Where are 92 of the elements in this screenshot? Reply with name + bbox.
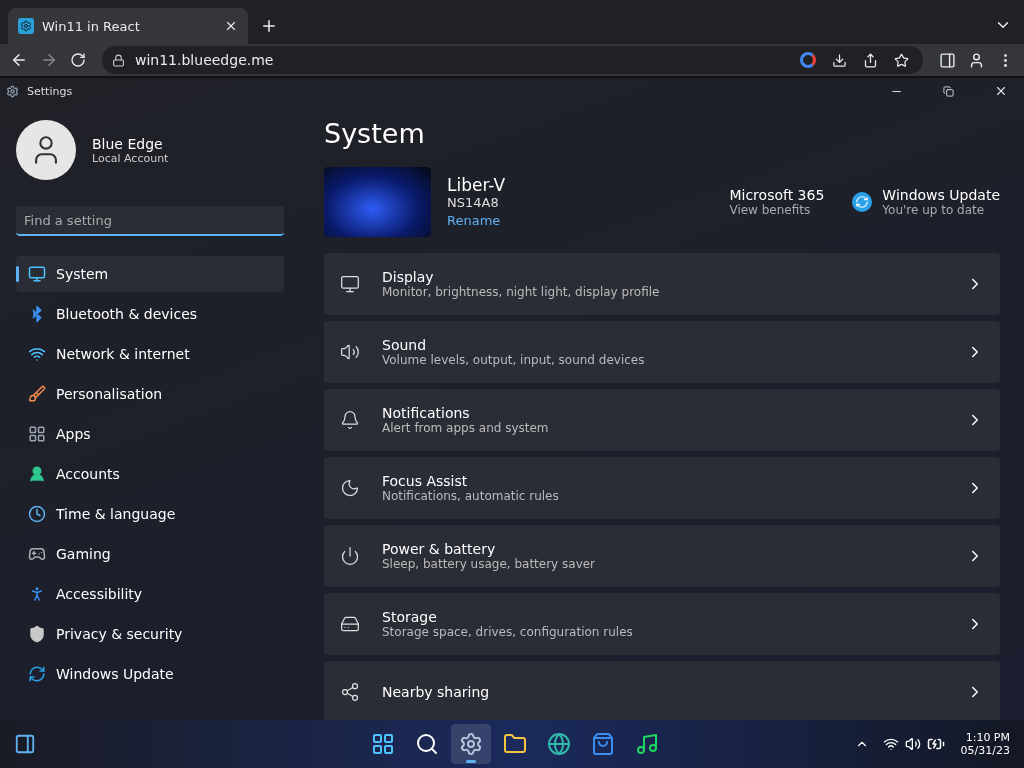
bag-icon [591, 732, 616, 756]
speaker-icon [340, 342, 360, 362]
link-title[interactable]: Microsoft 365 [729, 187, 825, 203]
profile-icon[interactable] [968, 51, 985, 69]
search-icon [415, 732, 440, 756]
taskbar-app[interactable] [451, 724, 492, 764]
nav-item[interactable]: Bluetooth & devices [16, 296, 284, 332]
card-title: Power & battery [382, 541, 497, 557]
gear-icon [459, 732, 484, 756]
card-title: Focus Assist [382, 473, 469, 489]
page-title: System [324, 118, 426, 149]
card-title: Display [382, 269, 435, 285]
nav-item[interactable]: System [16, 256, 284, 292]
window-title: Settings [27, 84, 74, 98]
settings-card[interactable]: Sound Volume levels, output, input, sound devices [324, 321, 1000, 383]
folder-icon [503, 732, 528, 756]
link-subtitle: View benefits [729, 203, 812, 217]
moon-icon [340, 478, 360, 498]
settings-card[interactable]: Notifications Alert from apps and system [324, 389, 1000, 451]
restore-icon[interactable] [943, 85, 954, 97]
clock-date: 05/31/23 [960, 744, 1010, 757]
browser-tab[interactable]: Win11 in React [8, 8, 248, 44]
card-subtitle: Storage space, drives, configuration rules [382, 625, 634, 639]
account-type: Local Account [92, 151, 169, 165]
music-icon [635, 732, 660, 756]
rename-link[interactable]: Rename [447, 213, 501, 228]
gear-icon [6, 84, 19, 98]
card-subtitle: Notifications, automatic rules [382, 489, 560, 503]
close-icon[interactable] [224, 19, 238, 33]
refresh-icon [852, 192, 873, 212]
nav-item[interactable]: Time & language [16, 496, 284, 532]
globe-icon [547, 732, 572, 756]
settings-card[interactable]: Display Monitor, brightness, night light, display profile [324, 253, 1000, 315]
avatar[interactable] [16, 120, 76, 180]
card-subtitle: Alert from apps and system [382, 421, 550, 435]
share-icon [340, 682, 360, 702]
share-icon[interactable] [863, 52, 878, 68]
search-field[interactable]: Find a setting [16, 206, 284, 236]
card-title: Nearby sharing [382, 684, 491, 700]
nav-item[interactable]: Privacy & security [16, 616, 284, 652]
speaker-icon [904, 736, 921, 752]
favicon-icon [18, 18, 34, 34]
google-icon[interactable] [800, 52, 816, 68]
shield-icon [28, 625, 46, 643]
power-icon [340, 546, 360, 566]
card-title: Storage [382, 609, 438, 625]
card-title: Notifications [382, 405, 471, 421]
wifi-icon [882, 736, 899, 752]
device-model: NS14A8 [447, 195, 500, 210]
settings-card[interactable]: Storage Storage space, drives, configuration rules [324, 593, 1000, 655]
side-panel-icon[interactable] [939, 51, 956, 69]
nav-item[interactable]: Apps [16, 416, 284, 452]
plus-icon[interactable] [260, 17, 278, 35]
gamepad-icon [28, 545, 46, 563]
card-subtitle: Volume levels, output, input, sound devices [382, 353, 646, 367]
bell-icon [340, 410, 360, 430]
monitor-icon [340, 274, 360, 294]
clock-icon [28, 505, 46, 523]
wifi-icon [28, 345, 46, 363]
refresh-icon [28, 665, 46, 683]
tab-title: Win11 in React [42, 18, 141, 34]
close-icon[interactable] [994, 84, 1008, 98]
drive-icon [340, 614, 360, 634]
nav-item[interactable]: Personalisation [16, 376, 284, 412]
card-subtitle: Monitor, brightness, night light, display profile [382, 285, 661, 299]
start-icon [371, 732, 396, 756]
panel-icon[interactable] [14, 733, 36, 755]
settings-card[interactable]: Nearby sharing [324, 661, 1000, 720]
clock-time: 1:10 PM [965, 731, 1010, 744]
card-title: Sound [382, 337, 428, 353]
download-icon[interactable] [832, 52, 847, 68]
nav-item[interactable]: Network & internet [16, 336, 284, 372]
monitor-icon [28, 265, 46, 283]
address-bar[interactable]: win11.blueedge.me [102, 46, 923, 74]
device-name: Liber-V [447, 175, 507, 195]
settings-card[interactable]: Power & battery Sleep, battery usage, battery saver [324, 525, 1000, 587]
brush-icon [28, 385, 46, 403]
link-title[interactable]: Windows Update [882, 187, 1000, 203]
nav-item[interactable]: Gaming [16, 536, 284, 572]
settings-card[interactable]: Focus Assist Notifications, automatic rules [324, 457, 1000, 519]
person-icon [28, 465, 46, 483]
nav-item[interactable]: Accessibility [16, 576, 284, 612]
account-name: Blue Edge [92, 135, 164, 152]
nav-item[interactable]: Windows Update [16, 656, 284, 692]
reload-icon[interactable] [70, 52, 86, 68]
lock-icon [112, 53, 125, 67]
star-icon[interactable] [894, 52, 909, 68]
grid-icon [28, 425, 46, 443]
link-subtitle: You're up to date [882, 203, 986, 217]
nav-item[interactable]: Accounts [16, 456, 284, 492]
forward-arrow-icon[interactable] [40, 51, 58, 69]
card-subtitle: Sleep, battery usage, battery saver [382, 557, 597, 571]
